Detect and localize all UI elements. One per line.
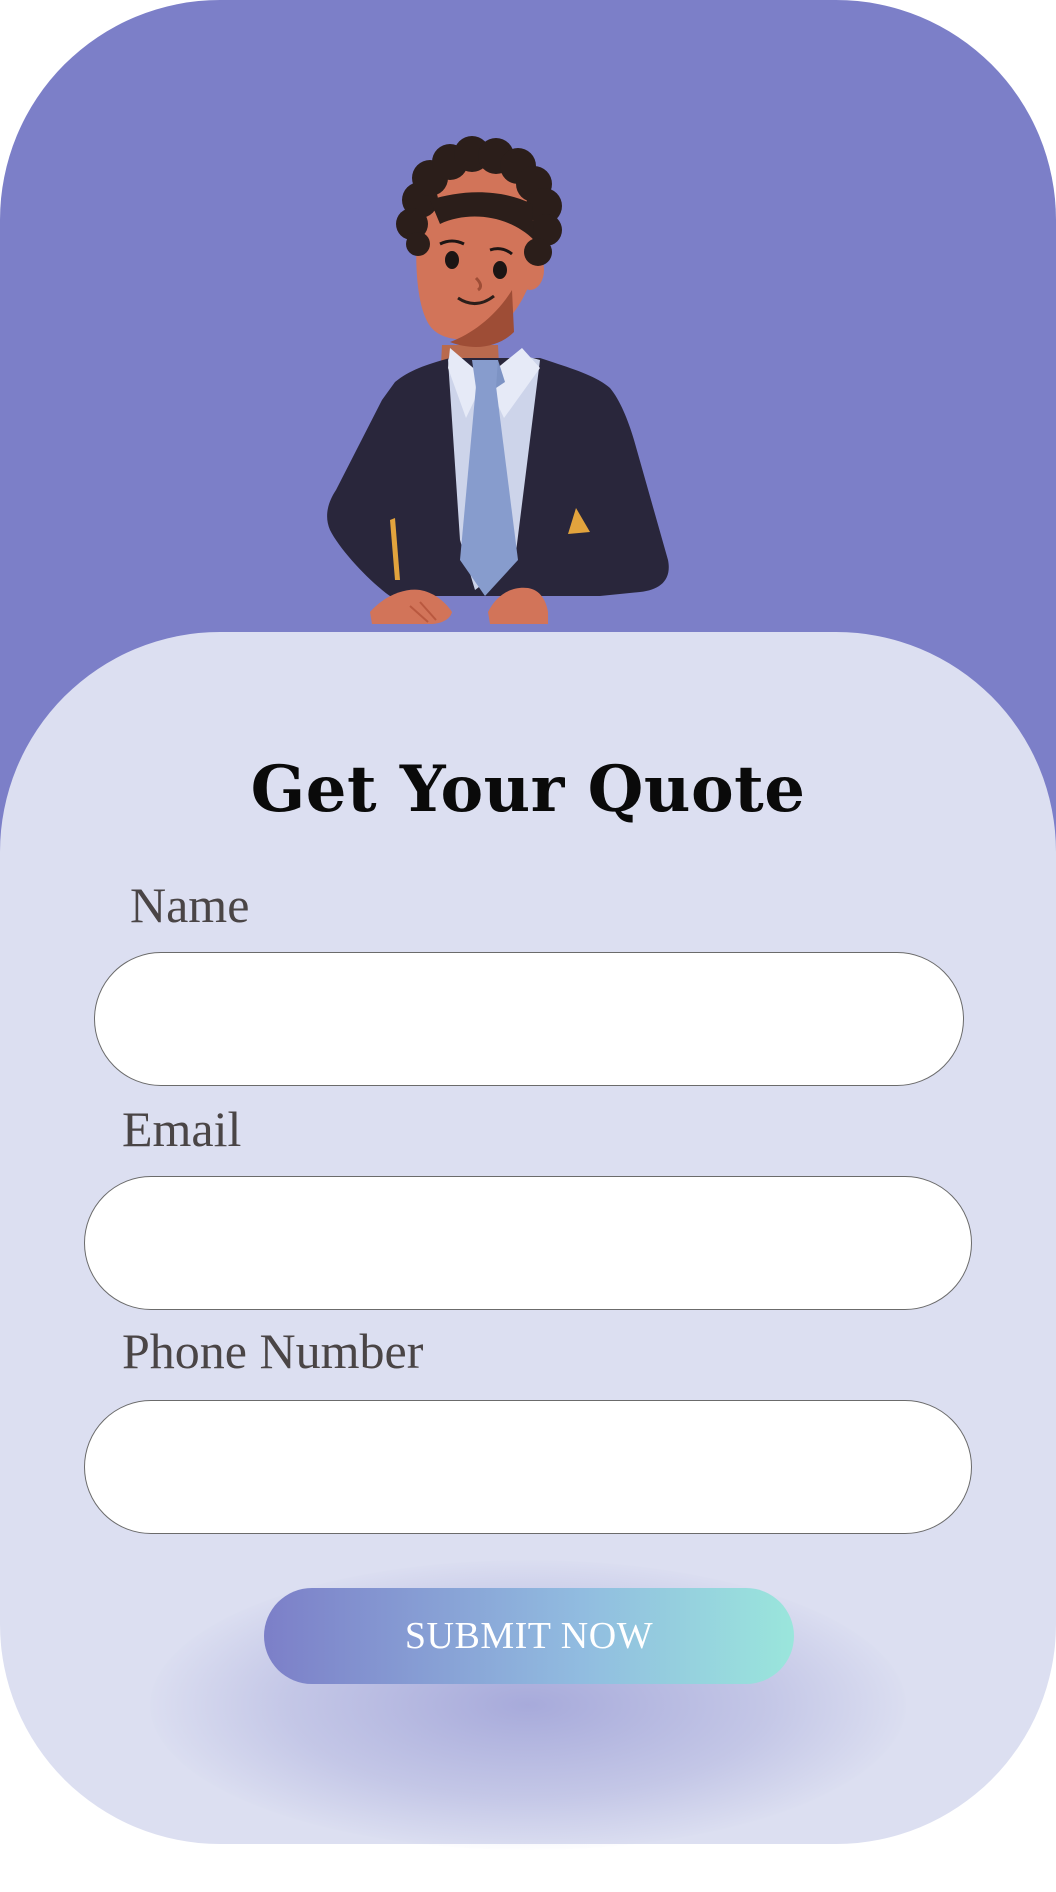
name-label: Name bbox=[130, 877, 250, 933]
quote-page: Get Your Quote Name Email Phone Number S… bbox=[0, 0, 1056, 1892]
phone-label: Phone Number bbox=[122, 1323, 424, 1379]
email-input[interactable] bbox=[84, 1176, 972, 1310]
email-label: Email bbox=[122, 1101, 242, 1157]
form-title: Get Your Quote bbox=[250, 752, 806, 827]
businessman-illustration bbox=[327, 136, 669, 624]
name-input[interactable] bbox=[94, 952, 964, 1086]
submit-button[interactable]: SUBMIT NOW bbox=[264, 1588, 794, 1684]
phone-input[interactable] bbox=[84, 1400, 972, 1534]
